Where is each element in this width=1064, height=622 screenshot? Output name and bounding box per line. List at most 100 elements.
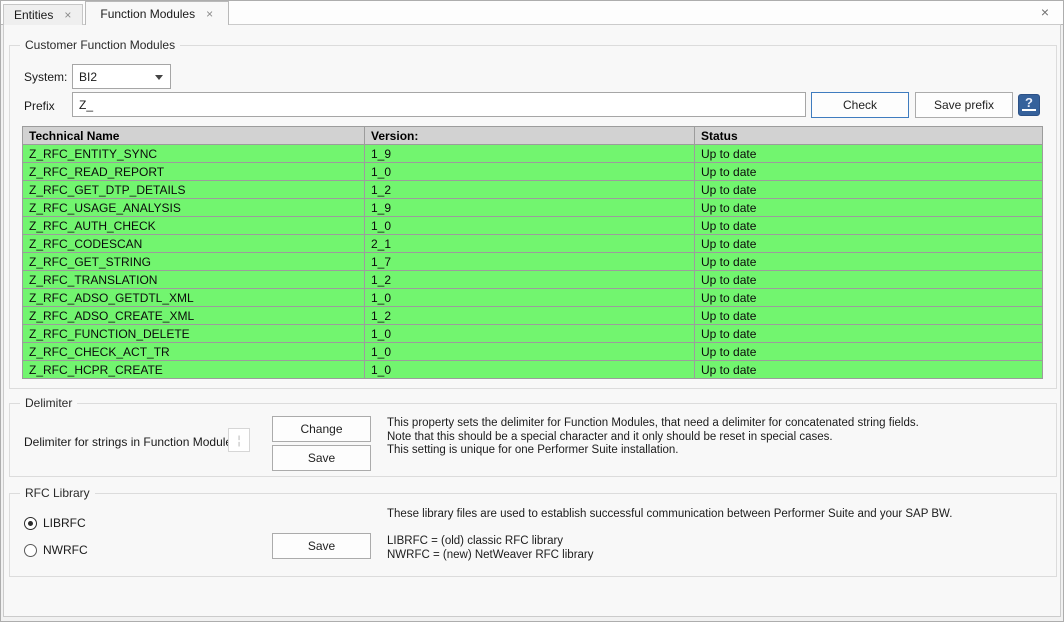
delimiter-group: Delimiter Delimiter for strings in Funct… — [9, 403, 1057, 477]
app-window: Entities × Function Modules × × Customer… — [0, 0, 1064, 622]
cell-technical-name: Z_RFC_HCPR_CREATE — [23, 361, 365, 379]
cell-status: Up to date — [695, 145, 1043, 163]
cell-version: 1_0 — [365, 361, 695, 379]
check-button-label: Check — [843, 98, 877, 112]
table-row[interactable]: Z_RFC_TRANSLATION1_2Up to date — [23, 271, 1043, 289]
tab-entities[interactable]: Entities × — [3, 4, 83, 25]
cell-status: Up to date — [695, 343, 1043, 361]
cell-version: 1_2 — [365, 181, 695, 199]
cell-version: 1_0 — [365, 343, 695, 361]
tab-function-modules-label: Function Modules — [100, 7, 195, 21]
delimiter-value-box[interactable]: ¦ — [228, 428, 250, 452]
table-row[interactable]: Z_RFC_USAGE_ANALYSIS1_9Up to date — [23, 199, 1043, 217]
save-delimiter-button[interactable]: Save — [272, 445, 371, 471]
cell-status: Up to date — [695, 289, 1043, 307]
rfc-description-bottom: LIBRFC = (old) classic RFC library NWRFC… — [387, 535, 594, 562]
customer-group-title: Customer Function Modules — [20, 38, 180, 52]
cell-version: 1_0 — [365, 217, 695, 235]
cell-status: Up to date — [695, 199, 1043, 217]
delimiter-description: This property sets the delimiter for Fun… — [387, 417, 919, 458]
rfc-description-top: These library files are used to establis… — [387, 508, 952, 522]
tab-entities-close-icon[interactable]: × — [63, 9, 72, 21]
column-header-version[interactable]: Version: — [365, 127, 695, 145]
radio-librfc-label: LIBRFC — [43, 516, 86, 530]
customer-function-modules-group: Customer Function Modules System: BI2 Pr… — [9, 45, 1057, 389]
cell-technical-name: Z_RFC_ENTITY_SYNC — [23, 145, 365, 163]
tab-function-modules[interactable]: Function Modules × — [85, 1, 229, 25]
cell-technical-name: Z_RFC_TRANSLATION — [23, 271, 365, 289]
cell-version: 1_2 — [365, 271, 695, 289]
radio-circle-icon — [24, 517, 37, 530]
cell-status: Up to date — [695, 271, 1043, 289]
cell-technical-name: Z_RFC_ADSO_GETDTL_XML — [23, 289, 365, 307]
radio-nwrfc-label: NWRFC — [43, 543, 88, 557]
table-row[interactable]: Z_RFC_ADSO_GETDTL_XML1_0Up to date — [23, 289, 1043, 307]
table-row[interactable]: Z_RFC_CHECK_ACT_TR1_0Up to date — [23, 343, 1043, 361]
check-button[interactable]: Check — [811, 92, 909, 118]
system-dropdown[interactable]: BI2 — [72, 64, 171, 89]
change-button-label: Change — [300, 422, 342, 436]
table-row[interactable]: Z_RFC_AUTH_CHECK1_0Up to date — [23, 217, 1043, 235]
chevron-down-icon — [155, 75, 163, 80]
table-row[interactable]: Z_RFC_READ_REPORT1_0Up to date — [23, 163, 1043, 181]
help-book-spine — [1022, 109, 1036, 111]
table-row[interactable]: Z_RFC_HCPR_CREATE1_0Up to date — [23, 361, 1043, 379]
tab-bar: Entities × Function Modules × × — [1, 1, 1063, 25]
save-rfc-label: Save — [308, 539, 335, 553]
tab-function-modules-close-icon[interactable]: × — [205, 8, 214, 20]
cell-status: Up to date — [695, 235, 1043, 253]
cell-technical-name: Z_RFC_GET_DTP_DETAILS — [23, 181, 365, 199]
cell-technical-name: Z_RFC_READ_REPORT — [23, 163, 365, 181]
table-header-row: Technical Name Version: Status — [23, 127, 1043, 145]
table-row[interactable]: Z_RFC_ADSO_CREATE_XML1_2Up to date — [23, 307, 1043, 325]
radio-nwrfc[interactable]: NWRFC — [24, 543, 88, 557]
table-row[interactable]: Z_RFC_FUNCTION_DELETE1_0Up to date — [23, 325, 1043, 343]
save-rfc-button[interactable]: Save — [272, 533, 371, 559]
save-delimiter-label: Save — [308, 451, 335, 465]
cell-technical-name: Z_RFC_GET_STRING — [23, 253, 365, 271]
cell-technical-name: Z_RFC_USAGE_ANALYSIS — [23, 199, 365, 217]
column-header-technical-name[interactable]: Technical Name — [23, 127, 365, 145]
cell-status: Up to date — [695, 307, 1043, 325]
system-label: System: — [24, 70, 67, 84]
rfc-library-group: RFC Library LIBRFC NWRFC Save These libr… — [9, 493, 1057, 577]
cell-technical-name: Z_RFC_ADSO_CREATE_XML — [23, 307, 365, 325]
cell-version: 1_0 — [365, 325, 695, 343]
cell-technical-name: Z_RFC_AUTH_CHECK — [23, 217, 365, 235]
cell-status: Up to date — [695, 325, 1043, 343]
cell-status: Up to date — [695, 181, 1043, 199]
change-delimiter-button[interactable]: Change — [272, 416, 371, 442]
function-modules-table: Technical Name Version: Status Z_RFC_ENT… — [22, 126, 1043, 379]
window-close-icon[interactable]: × — [1037, 4, 1053, 20]
cell-technical-name: Z_RFC_CODESCAN — [23, 235, 365, 253]
cell-status: Up to date — [695, 361, 1043, 379]
radio-librfc[interactable]: LIBRFC — [24, 516, 86, 530]
cell-technical-name: Z_RFC_FUNCTION_DELETE — [23, 325, 365, 343]
prefix-input[interactable] — [72, 92, 806, 117]
table-row[interactable]: Z_RFC_ENTITY_SYNC1_9Up to date — [23, 145, 1043, 163]
cell-version: 1_2 — [365, 307, 695, 325]
cell-technical-name: Z_RFC_CHECK_ACT_TR — [23, 343, 365, 361]
table-row[interactable]: Z_RFC_CODESCAN2_1Up to date — [23, 235, 1043, 253]
tab-entities-label: Entities — [14, 8, 53, 22]
save-prefix-button[interactable]: Save prefix — [915, 92, 1013, 118]
cell-version: 1_0 — [365, 289, 695, 307]
column-header-status[interactable]: Status — [695, 127, 1043, 145]
table-row[interactable]: Z_RFC_GET_DTP_DETAILS1_2Up to date — [23, 181, 1043, 199]
delimiter-strings-label: Delimiter for strings in Function Module… — [24, 435, 238, 449]
cell-version: 1_0 — [365, 163, 695, 181]
table-row[interactable]: Z_RFC_GET_STRING1_7Up to date — [23, 253, 1043, 271]
cell-status: Up to date — [695, 253, 1043, 271]
prefix-label: Prefix — [24, 99, 55, 113]
save-prefix-button-label: Save prefix — [934, 98, 994, 112]
cell-status: Up to date — [695, 163, 1043, 181]
table-body: Z_RFC_ENTITY_SYNC1_9Up to dateZ_RFC_READ… — [23, 145, 1043, 379]
cell-version: 2_1 — [365, 235, 695, 253]
cell-status: Up to date — [695, 217, 1043, 235]
help-icon[interactable]: ? — [1018, 94, 1040, 116]
delimiter-group-title: Delimiter — [20, 396, 77, 410]
radio-circle-icon — [24, 544, 37, 557]
cell-version: 1_9 — [365, 145, 695, 163]
system-dropdown-value: BI2 — [79, 70, 97, 84]
cell-version: 1_7 — [365, 253, 695, 271]
